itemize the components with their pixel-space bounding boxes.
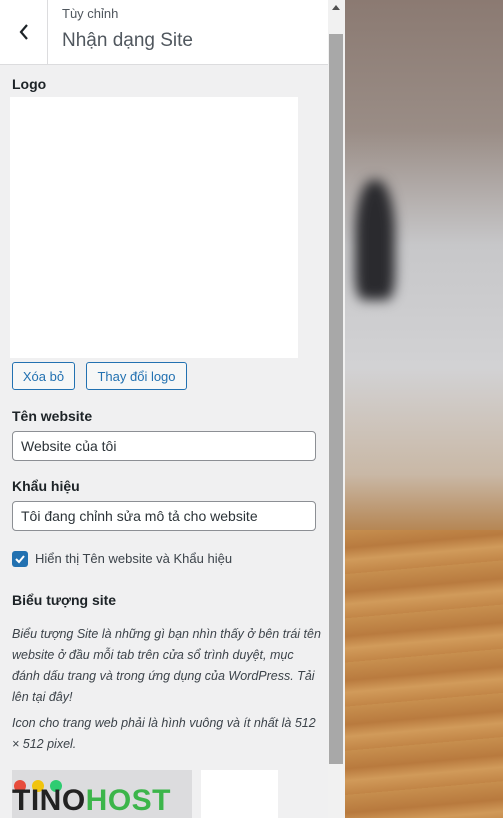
back-button[interactable]: [0, 0, 48, 64]
scroll-thumb[interactable]: [329, 34, 343, 764]
site-preview: [345, 0, 503, 818]
scroll-up-arrow-icon[interactable]: [332, 5, 340, 10]
panel-scrollbar[interactable]: [328, 0, 345, 818]
breadcrumb: Tùy chỉnh: [62, 6, 119, 21]
logo-label: Logo: [12, 76, 47, 92]
tagline-label: Khẩu hiệu: [12, 478, 80, 494]
panel-header: Tùy chỉnh Nhận dạng Site: [0, 0, 328, 65]
brand-watermark: TINOHOST: [12, 784, 171, 818]
site-icon-label: Biểu tượng site: [12, 592, 117, 608]
remove-logo-button[interactable]: Xóa bỏ: [12, 362, 75, 390]
site-icon-description: Biểu tượng Site là những gì bạn nhìn thấ…: [12, 627, 321, 704]
change-logo-button[interactable]: Thay đổi logo: [86, 362, 187, 390]
preview-wood-surface: [345, 530, 503, 818]
tagline-input[interactable]: Tôi đang chỉnh sửa mô tả cho website: [12, 501, 316, 531]
customizer-panel: Tùy chỉnh Nhận dạng Site Logo Xóa bỏ Tha…: [0, 0, 328, 818]
site-title-input[interactable]: Website của tôi: [12, 431, 316, 461]
checkmark-icon: [15, 555, 25, 564]
brand-part-1: TINO: [12, 784, 86, 817]
site-icon-thumbnail: [201, 770, 278, 818]
brand-part-2: HOST: [85, 784, 172, 817]
preview-blurred-object: [355, 180, 395, 300]
site-icon-requirement: Icon cho trang web phải là hình vuông và…: [12, 716, 316, 751]
chevron-left-icon: [19, 24, 28, 40]
display-title-checkbox[interactable]: [12, 551, 28, 567]
page-title: Nhận dạng Site: [62, 30, 193, 51]
display-title-label[interactable]: Hiển thị Tên website và Khẩu hiệu: [35, 551, 232, 566]
site-title-label: Tên website: [12, 408, 93, 424]
logo-preview[interactable]: [10, 97, 298, 358]
